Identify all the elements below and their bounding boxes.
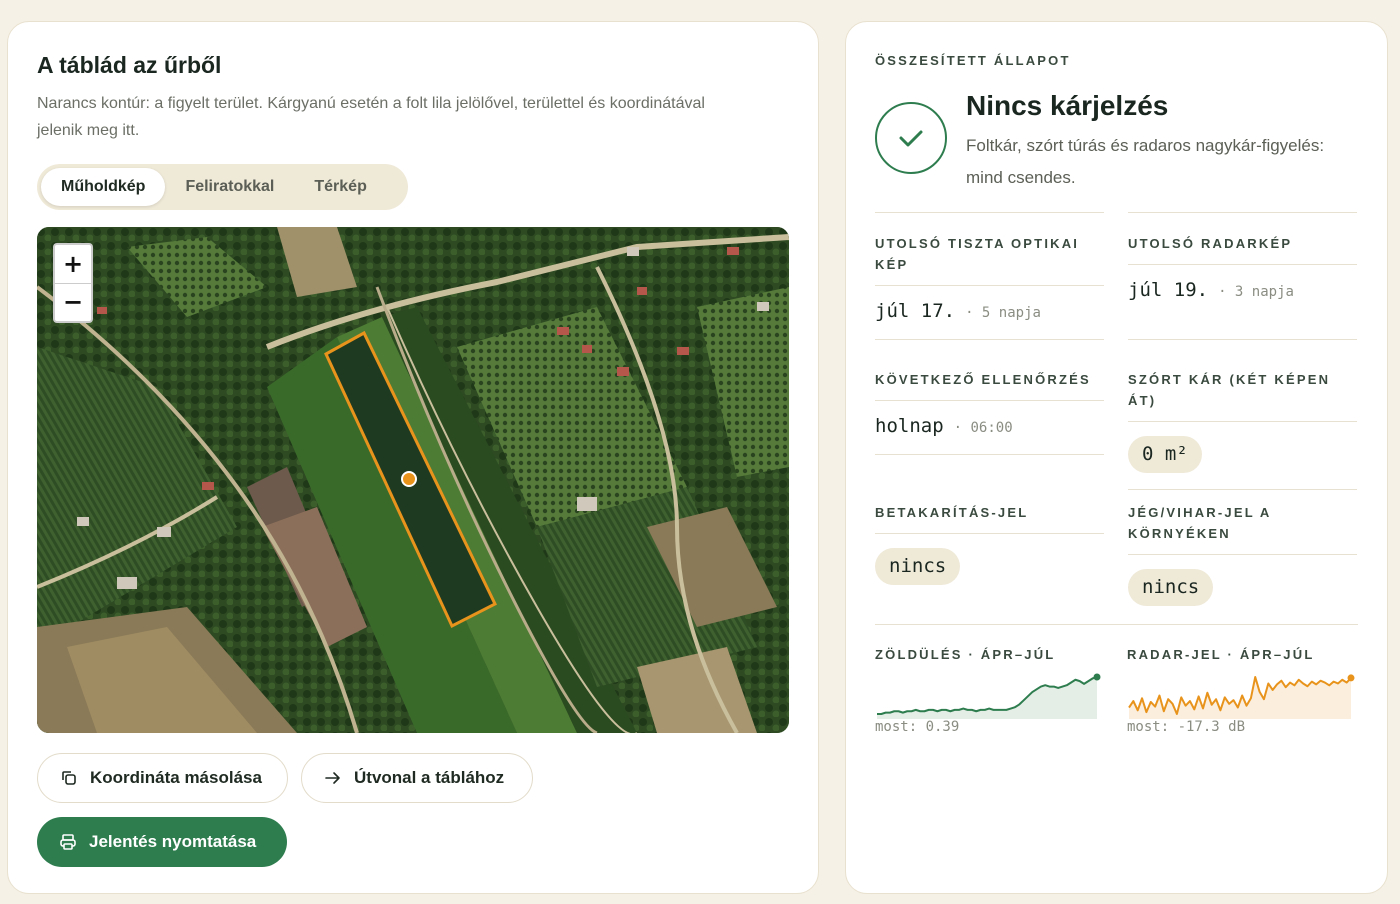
harvest-signal-label: Betakarítás-jel	[875, 502, 1104, 534]
hail-signal-value: nincs	[1128, 569, 1214, 606]
status-subtitle: Foltkár, szórt túrás és radaros nagykár-…	[966, 136, 1325, 187]
tab-satellite[interactable]: Műholdkép	[41, 168, 166, 206]
field-map-card: A táblád az űrből Narancs kontúr: a figy…	[7, 21, 819, 894]
printer-icon	[60, 834, 76, 850]
radar-caption: most: -17.3 dB	[1127, 719, 1246, 735]
last-radar-age: · 3 napja	[1218, 284, 1294, 300]
last-optical-date: júl 17.	[875, 300, 956, 322]
copy-coordinates-button[interactable]: Koordináta másolása	[37, 753, 288, 803]
last-optical-age: · 5 napja	[965, 305, 1041, 321]
harvest-signal-value: nincs	[875, 548, 961, 585]
copy-coordinates-label: Koordináta másolása	[90, 768, 262, 787]
field-center-marker	[401, 471, 417, 487]
zoom-in-button[interactable]: +	[55, 245, 91, 283]
next-check-cell: Következő ellenőrzés holnap · 06:00	[875, 369, 1104, 455]
hail-signal-cell: Jég/vihar-jel a környéken nincs	[1128, 502, 1357, 606]
map-view-switcher: Műholdkép Feliratokkal Térkép	[37, 164, 408, 210]
radar-sparkline	[1128, 674, 1355, 719]
tab-labels[interactable]: Feliratokkal	[165, 168, 294, 206]
greening-caption: most: 0.39	[875, 719, 960, 735]
status-check-badge	[875, 102, 947, 174]
sparkline-last-point	[1347, 674, 1355, 682]
hail-signal-label: Jég/vihar-jel a környéken	[1128, 502, 1357, 555]
zoom-control: + −	[53, 243, 93, 323]
map-card-description: Narancs kontúr: a figyelt terület. Kárgy…	[37, 95, 705, 139]
scattered-damage-cell: Szórt kár (két képen át) 0 m²	[1128, 369, 1357, 490]
tab-map[interactable]: Térkép	[294, 168, 386, 206]
last-radar-label: Utolsó radarkép	[1128, 233, 1357, 265]
last-radar-date: júl 19.	[1128, 279, 1209, 301]
scattered-damage-value: 0 m²	[1128, 436, 1202, 473]
print-report-label: Jelentés nyomtatása	[89, 832, 257, 851]
harvest-signal-cell: Betakarítás-jel nincs	[875, 502, 1104, 585]
status-card: Összesített állapot Nincs kárjelzés Folt…	[845, 21, 1388, 894]
route-label: Útvonal a táblához	[354, 768, 505, 787]
scattered-damage-label: Szórt kár (két képen át)	[1128, 369, 1357, 422]
next-check-value: holnap	[875, 415, 944, 437]
route-button[interactable]: Útvonal a táblához	[301, 753, 533, 803]
last-optical-label: Utolsó tiszta optikai kép	[875, 233, 1104, 286]
last-radar-cell: Utolsó radarkép júl 19. · 3 napja	[1128, 212, 1357, 340]
radar-label: Radar-jel · ápr–júl	[1127, 647, 1315, 662]
radar-cell: Radar-jel · ápr–júl most: -17.3 dB	[1127, 644, 1356, 735]
greening-sparkline	[877, 673, 1101, 719]
greening-label: Zöldülés · ápr–júl	[875, 647, 1056, 662]
check-icon	[899, 130, 923, 147]
sparkline-last-point	[1093, 673, 1101, 681]
arrow-right-icon	[325, 772, 340, 784]
satellite-map[interactable]: + −	[37, 227, 789, 733]
greening-cell: Zöldülés · ápr–júl most: 0.39	[875, 644, 1104, 735]
copy-icon	[62, 771, 76, 785]
map-card-title: A táblád az űrből	[37, 52, 222, 78]
next-check-label: Következő ellenőrzés	[875, 369, 1104, 401]
zoom-out-button[interactable]: −	[55, 282, 91, 322]
status-eyebrow: Összesített állapot	[875, 53, 1071, 68]
satellite-imagery	[37, 227, 789, 733]
next-check-time: · 06:00	[953, 420, 1013, 436]
print-report-button[interactable]: Jelentés nyomtatása	[37, 817, 287, 867]
sparkline-area	[877, 677, 1097, 719]
status-title: Nincs kárjelzés	[966, 90, 1169, 121]
last-optical-cell: Utolsó tiszta optikai kép júl 17. · 5 na…	[875, 212, 1104, 340]
